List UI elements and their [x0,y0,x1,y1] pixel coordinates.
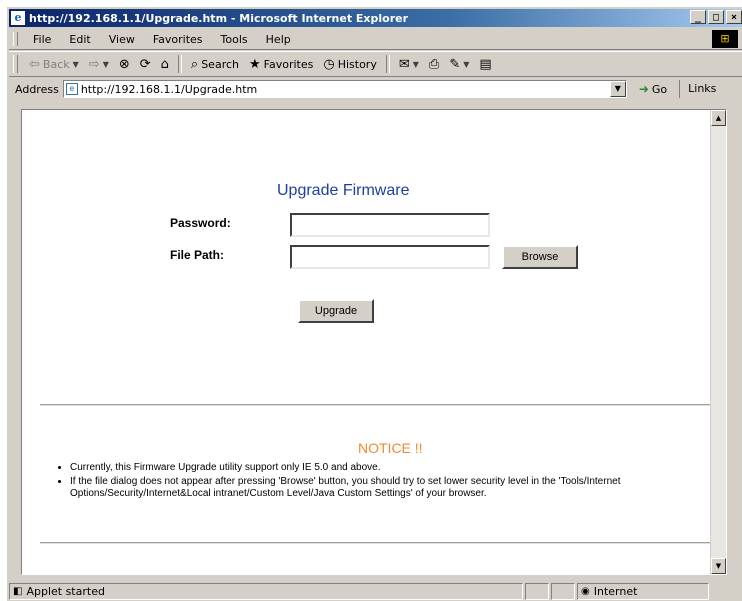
forward-dropdown-icon[interactable]: ▼ [103,60,109,69]
status-zone: Internet [593,585,638,598]
history-icon: ◷ [323,56,335,72]
menu-help[interactable]: Help [257,33,300,46]
file-path-label: File Path: [170,248,225,262]
go-label: Go [651,82,668,96]
discuss-button[interactable]: ▤ [474,53,496,75]
standard-toolbar: ⇦ Back ▼ ⇨ ▼ ⊗ ⟳ ⌂ ⌕ Search ★ Favorites … [9,51,742,77]
edit-dropdown-icon[interactable]: ▼ [463,60,469,69]
browse-button[interactable]: Browse [502,245,578,269]
notice-item: If the file dialog does not appear after… [70,476,726,500]
toolbar-separator [177,55,182,73]
status-zone-panel: ◉ Internet [577,583,709,600]
forward-arrow-icon: ⇨ [88,56,100,72]
address-bar: Address e http://192.168.1.1/Upgrade.htm… [9,77,742,101]
favorites-button[interactable]: ★ Favorites [244,53,318,75]
status-panel-security [551,583,575,600]
status-message-panel: ◧ Applet started [9,583,523,600]
vertical-scrollbar[interactable]: ▲ ▼ [710,110,726,574]
search-icon: ⌕ [190,56,199,72]
browser-window: e http://192.168.1.1/Upgrade.htm - Micro… [6,6,742,601]
menu-bar: File Edit View Favorites Tools Help ⊞ [9,29,742,50]
menu-edit[interactable]: Edit [60,33,99,46]
windows-logo-icon: ⊞ [712,30,738,48]
search-button[interactable]: ⌕ Search [186,53,244,75]
stop-button[interactable]: ⊗ [114,53,135,75]
status-message: Applet started [26,585,105,598]
back-dropdown-icon[interactable]: ▼ [73,60,79,69]
history-label: History [337,57,377,71]
menu-favorites[interactable]: Favorites [144,33,212,46]
scroll-up-icon[interactable]: ▲ [711,110,726,126]
mail-button[interactable]: ✉ ▼ [394,53,424,75]
discuss-icon: ▤ [479,56,492,72]
print-icon: ⎙ [428,56,440,72]
go-arrow-icon: ➜ [638,82,649,96]
divider-top [40,404,726,406]
page-title: Upgrade Firmware [277,182,410,199]
page-status-icon: ◧ [13,586,23,597]
edit-icon: ✎ [449,56,461,72]
scroll-down-icon[interactable]: ▼ [711,558,726,574]
toolbar-separator-2 [385,55,390,73]
window-controls: _ □ × [690,10,742,24]
refresh-button[interactable]: ⟳ [135,53,156,75]
print-button[interactable]: ⎙ [424,53,444,75]
go-button[interactable]: ➜ Go [627,82,673,96]
page-icon: e [65,83,78,95]
notice-item: Currently, this Firmware Upgrade utility… [70,462,726,474]
minimize-button[interactable]: _ [690,10,706,24]
globe-icon: ◉ [581,586,590,597]
search-label: Search [201,57,239,71]
password-field[interactable] [290,213,490,237]
back-button[interactable]: ⇦ Back ▼ [24,53,84,75]
menu-view[interactable]: View [100,33,144,46]
status-panel-progress [525,583,549,600]
forward-button[interactable]: ⇨ ▼ [84,53,114,75]
home-icon: ⌂ [160,56,169,72]
links-button[interactable]: Links [679,80,716,98]
notice-title: NOTICE !! [358,440,423,456]
refresh-icon: ⟳ [139,56,151,72]
password-label: Password: [170,216,231,230]
back-arrow-icon: ⇦ [29,56,40,72]
title-bar[interactable]: e http://192.168.1.1/Upgrade.htm - Micro… [9,9,742,27]
page-content: Upgrade Firmware Password: File Path: Br… [21,109,727,575]
address-url: http://192.168.1.1/Upgrade.htm [80,82,258,96]
status-bar: ◧ Applet started ◉ Internet [9,581,742,601]
history-button[interactable]: ◷ History [318,53,381,75]
back-label: Back [42,57,70,71]
mail-dropdown-icon[interactable]: ▼ [413,60,419,69]
close-button[interactable]: × [726,10,742,24]
notice-list: Currently, this Firmware Upgrade utility… [56,462,726,502]
address-dropdown-icon[interactable]: ▼ [609,81,626,97]
address-input[interactable]: e http://192.168.1.1/Upgrade.htm ▼ [62,80,627,98]
menu-file[interactable]: File [24,33,60,46]
maximize-button[interactable]: □ [708,10,724,24]
internet-explorer-icon: e [11,11,25,25]
window-title: http://192.168.1.1/Upgrade.htm - Microso… [29,11,409,25]
divider-bottom [40,542,726,544]
menu-bar-grip[interactable] [13,32,18,46]
stop-icon: ⊗ [118,56,130,72]
upgrade-button[interactable]: Upgrade [298,299,374,323]
menu-tools[interactable]: Tools [212,33,257,46]
mail-icon: ✉ [398,56,410,72]
file-path-field[interactable] [290,245,490,269]
favorites-label: Favorites [263,57,314,71]
edit-button[interactable]: ✎ ▼ [444,53,474,75]
favorites-icon: ★ [249,56,261,72]
toolbar-grip[interactable] [13,55,18,73]
home-button[interactable]: ⌂ [156,53,174,75]
address-label: Address [15,82,59,96]
